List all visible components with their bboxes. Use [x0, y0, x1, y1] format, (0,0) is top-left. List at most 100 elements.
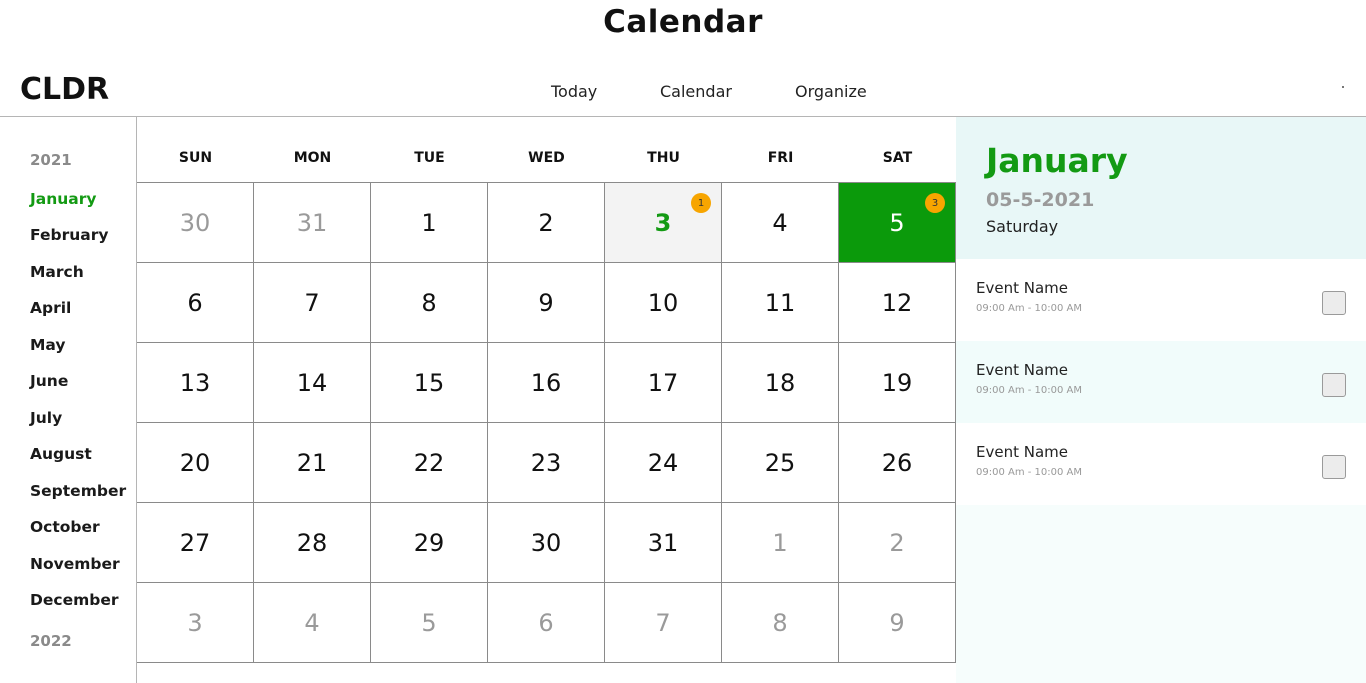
day-cell[interactable]: 22 — [371, 423, 488, 503]
event-checkbox[interactable] — [1322, 291, 1346, 315]
event-checkbox[interactable] — [1322, 455, 1346, 479]
day-cell[interactable]: 23 — [488, 423, 605, 503]
event-item[interactable]: Event Name 09:00 Am - 10:00 AM — [956, 423, 1366, 505]
day-cell[interactable]: 11 — [722, 263, 839, 343]
day-cell[interactable]: 30 — [488, 503, 605, 583]
day-number: 20 — [179, 448, 211, 477]
day-number: 30 — [530, 528, 562, 557]
event-item[interactable]: Event Name 09:00 Am - 10:00 AM — [956, 259, 1366, 341]
day-cell[interactable]: 27 — [137, 503, 254, 583]
day-cell[interactable]: 9 — [839, 583, 956, 663]
day-number: 8 — [421, 288, 437, 317]
sidebar-month-october[interactable]: October — [30, 518, 100, 536]
day-cell[interactable]: 28 — [254, 503, 371, 583]
day-cell[interactable]: 20 — [137, 423, 254, 503]
day-cell[interactable]: 16 — [488, 343, 605, 423]
event-time: 09:00 Am - 10:00 AM — [976, 303, 1083, 314]
sidebar-month-september[interactable]: September — [30, 482, 126, 500]
sidebar-month-january[interactable]: January — [30, 190, 97, 208]
day-cell[interactable]: 8 — [371, 263, 488, 343]
sidebar-month-december[interactable]: December — [30, 591, 118, 609]
sidebar-month-april[interactable]: April — [30, 299, 71, 317]
day-cell[interactable]: 7 — [254, 263, 371, 343]
day-cell[interactable]: 13 — [137, 343, 254, 423]
sidebar-month-august[interactable]: August — [30, 445, 92, 463]
day-number: 3 — [187, 608, 203, 637]
day-number: 1 — [772, 528, 788, 557]
day-cell[interactable]: 14 — [254, 343, 371, 423]
day-number: 13 — [179, 368, 211, 397]
day-cell[interactable]: 31 — [254, 183, 371, 263]
page-title: Calendar — [603, 4, 763, 40]
event-checkbox[interactable] — [1322, 373, 1346, 397]
day-cell[interactable]: 2 — [488, 183, 605, 263]
sidebar-month-november[interactable]: November — [30, 555, 120, 573]
weekday-sun: SUN — [178, 150, 213, 166]
nav-organize[interactable]: Organize — [795, 82, 867, 101]
day-cell[interactable]: 53 — [839, 183, 956, 263]
day-number: 29 — [413, 528, 445, 557]
sidebar-month-february[interactable]: February — [30, 226, 108, 244]
day-grid: 30 31 1 2 3 1 4 5 3 6 7 8 9 10 11 12 13 14 15 16 17 18 19 20 21 2… — [137, 182, 956, 663]
selected-weekday: Saturday — [986, 217, 1059, 236]
day-number: 10 — [647, 288, 679, 317]
day-cell[interactable]: 4 — [254, 583, 371, 663]
day-cell[interactable]: 5 — [371, 583, 488, 663]
day-number: 23 — [530, 448, 562, 477]
day-number: 11 — [764, 288, 796, 317]
weekday-wed: WED — [528, 150, 565, 166]
event-item[interactable]: Event Name 09:00 Am - 10:00 AM — [956, 341, 1366, 423]
day-number: 17 — [647, 368, 679, 397]
day-number: 26 — [881, 448, 913, 477]
day-number: 5 — [889, 208, 905, 237]
day-cell[interactable]: 30 — [137, 183, 254, 263]
nav-today[interactable]: Today — [551, 82, 597, 101]
sidebar-month-june[interactable]: June — [30, 372, 68, 390]
day-cell[interactable]: 7 — [605, 583, 722, 663]
day-number: 22 — [413, 448, 445, 477]
menu-dot-icon[interactable] — [1342, 86, 1344, 88]
day-cell[interactable]: 12 — [839, 263, 956, 343]
day-number: 31 — [647, 528, 679, 557]
year-label-next[interactable]: 2022 — [30, 632, 72, 650]
day-cell[interactable]: 31 — [605, 503, 722, 583]
day-cell[interactable]: 4 — [722, 183, 839, 263]
day-number: 12 — [881, 288, 913, 317]
day-cell[interactable]: 9 — [488, 263, 605, 343]
day-number: 28 — [296, 528, 328, 557]
day-cell[interactable]: 29 — [371, 503, 488, 583]
day-cell[interactable]: 1 — [722, 503, 839, 583]
day-cell[interactable]: 2 — [839, 503, 956, 583]
day-cell[interactable]: 26 — [839, 423, 956, 503]
day-cell[interactable]: 31 — [605, 183, 722, 263]
day-cell[interactable]: 21 — [254, 423, 371, 503]
sidebar-month-march[interactable]: March — [30, 263, 84, 281]
weekday-sat: SAT — [882, 150, 913, 166]
sidebar-month-may[interactable]: May — [30, 336, 66, 354]
sidebar-month-july[interactable]: July — [30, 409, 62, 427]
day-cell[interactable]: 24 — [605, 423, 722, 503]
day-cell[interactable]: 10 — [605, 263, 722, 343]
day-number: 15 — [413, 368, 445, 397]
day-cell[interactable]: 19 — [839, 343, 956, 423]
day-cell[interactable]: 8 — [722, 583, 839, 663]
day-number: 5 — [421, 608, 437, 637]
weekday-mon: MON — [293, 150, 332, 166]
day-cell[interactable]: 6 — [137, 263, 254, 343]
nav-calendar[interactable]: Calendar — [660, 82, 732, 101]
day-cell[interactable]: 1 — [371, 183, 488, 263]
day-cell[interactable]: 18 — [722, 343, 839, 423]
day-number: 8 — [772, 608, 788, 637]
year-label-current[interactable]: 2021 — [30, 151, 72, 169]
event-name: Event Name — [976, 279, 1068, 297]
day-cell[interactable]: 15 — [371, 343, 488, 423]
day-number: 24 — [647, 448, 679, 477]
event-count-badge: 3 — [925, 193, 945, 213]
day-cell[interactable]: 25 — [722, 423, 839, 503]
day-cell[interactable]: 3 — [137, 583, 254, 663]
day-number: 27 — [179, 528, 211, 557]
day-number: 4 — [304, 608, 320, 637]
day-cell[interactable]: 17 — [605, 343, 722, 423]
day-cell[interactable]: 6 — [488, 583, 605, 663]
day-number: 6 — [538, 608, 554, 637]
